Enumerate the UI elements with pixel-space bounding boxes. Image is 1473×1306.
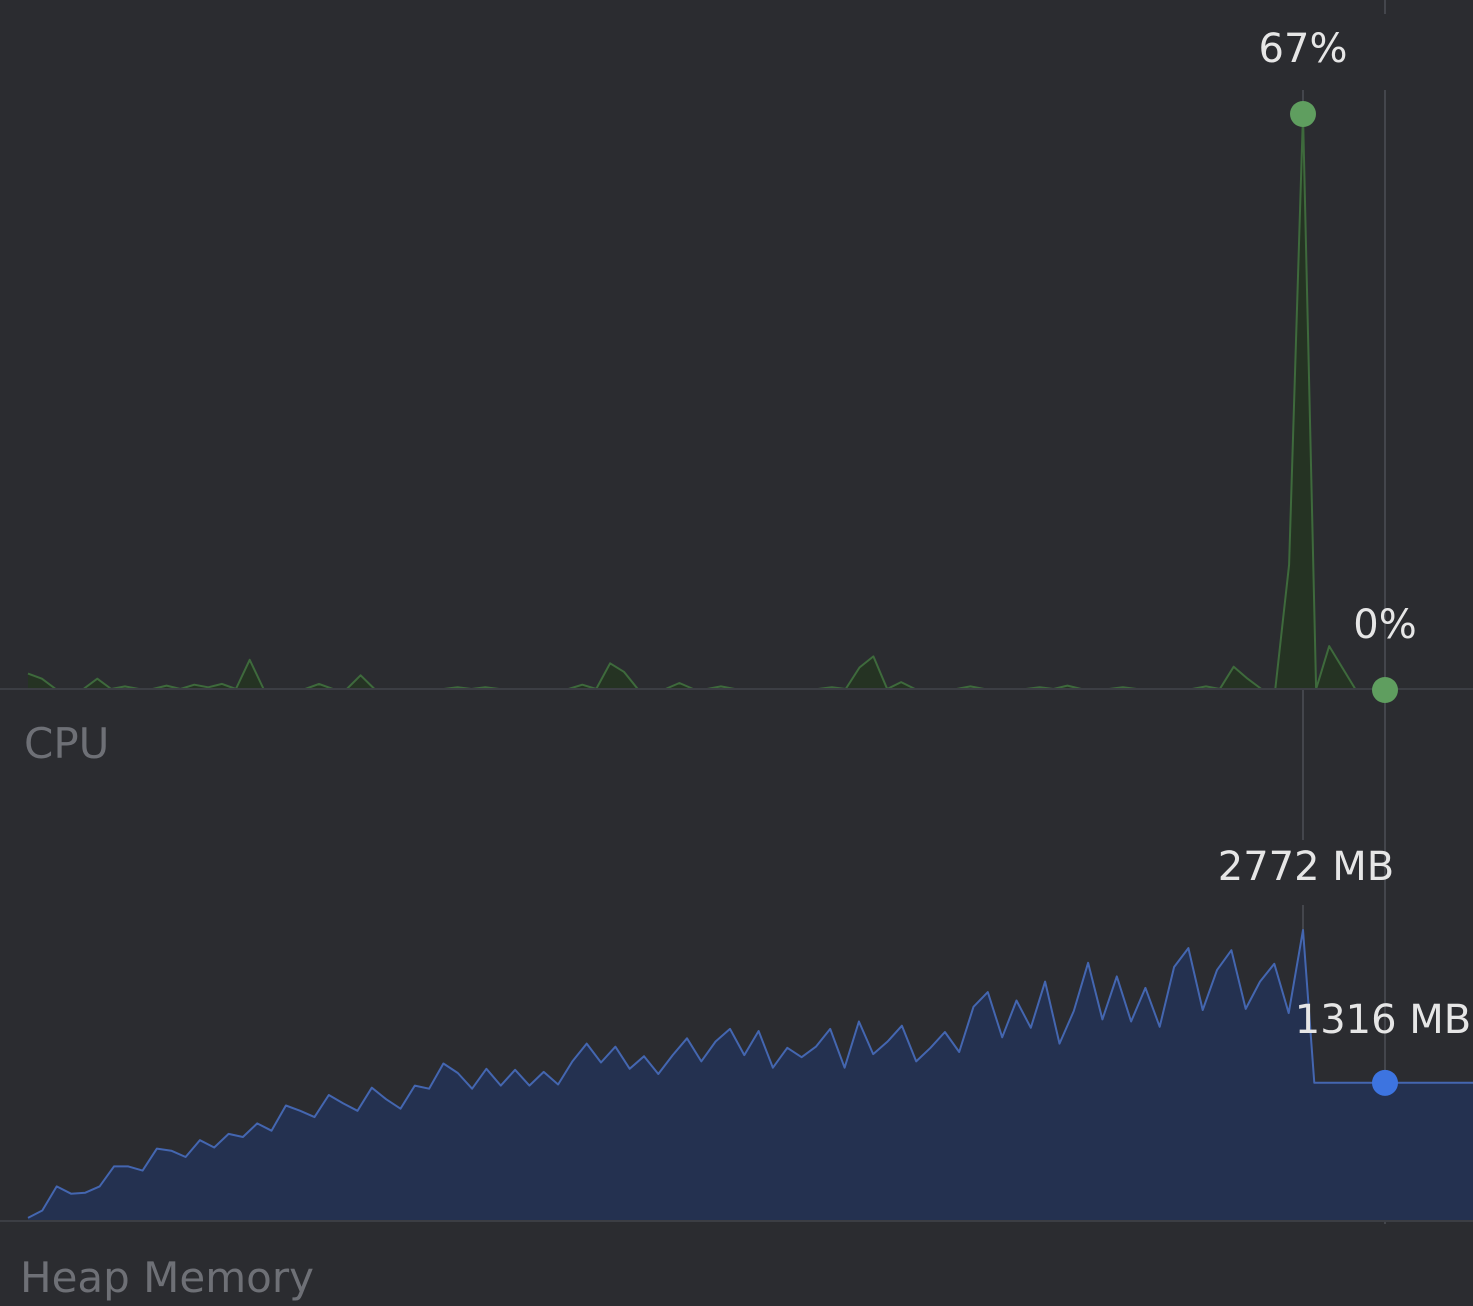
- heap-memory-area: [28, 930, 1473, 1221]
- cpu-section-label: CPU: [24, 719, 109, 768]
- cpu-line: [27, 113, 1473, 690]
- monitor-charts: 67% 0% CPU 2772 MB 1316 MB Heap Memory: [0, 0, 1473, 1302]
- cpu-peak-marker: [1290, 101, 1316, 127]
- cpu-peak-value: 67%: [1259, 26, 1348, 72]
- cpu-current-marker: [1372, 677, 1398, 703]
- heap-memory-section-label: Heap Memory: [20, 1253, 314, 1302]
- cpu-area: [28, 114, 1473, 689]
- cpu-current-value: 0%: [1353, 602, 1416, 648]
- cpu-chart: 67% 0% CPU: [0, 26, 1473, 768]
- heap-memory-current-marker: [1372, 1069, 1398, 1096]
- heap-memory-current-value: 1316 MB: [1295, 997, 1471, 1043]
- heap-memory-chart: 2772 MB 1316 MB Heap Memory: [0, 844, 1473, 1302]
- heap-memory-peak-value: 2772 MB: [1218, 844, 1394, 890]
- performance-monitor: 67% 0% CPU 2772 MB 1316 MB Heap Memory: [0, 0, 1473, 1306]
